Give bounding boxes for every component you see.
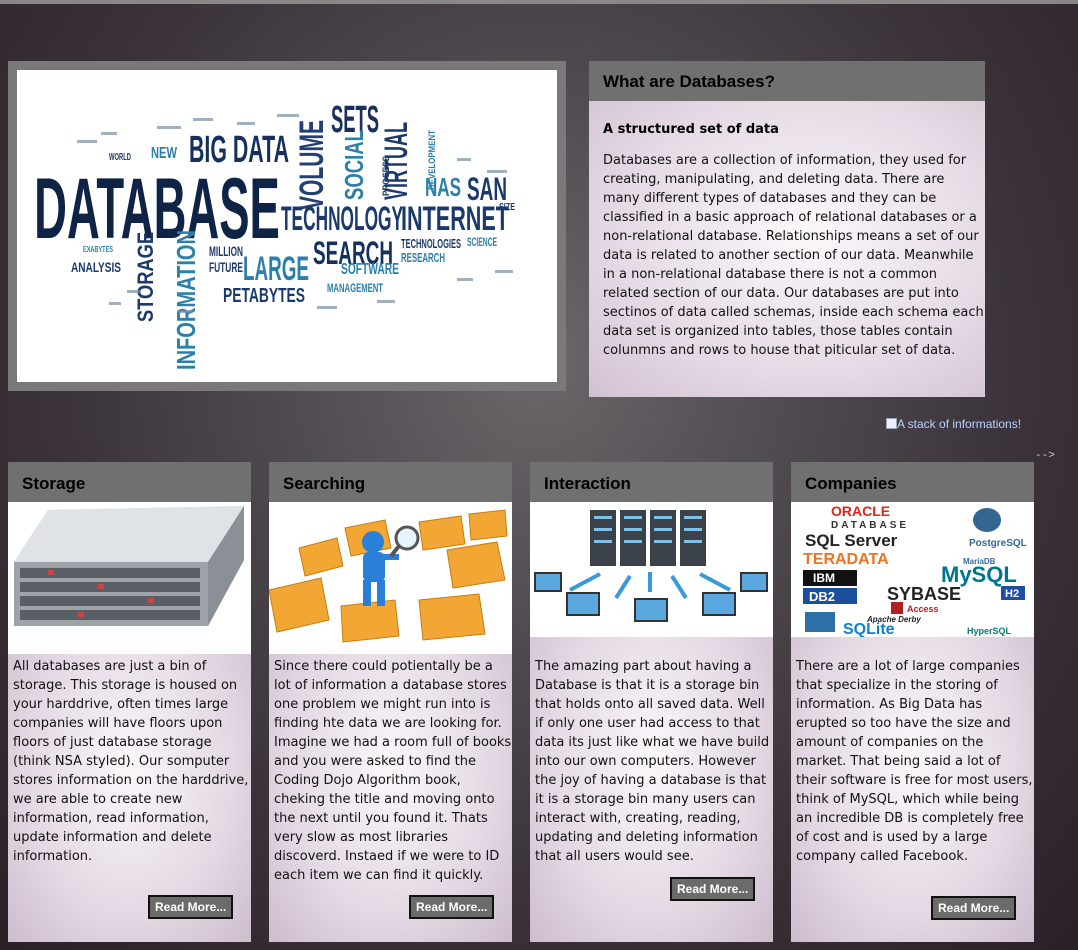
cloud-word: FUTURE [209, 259, 243, 275]
caption-text: A stack of informations! [897, 417, 1022, 431]
logo-text: SQLite [843, 621, 895, 637]
cloud-word: PETABYTES [223, 285, 305, 307]
read-more-button[interactable]: Read More... [931, 896, 1017, 920]
card-title: Storage [8, 462, 251, 502]
what-are-databases-panel: What are Databases? A structured set of … [589, 61, 985, 397]
image-caption-link[interactable]: A stack of informations! [886, 417, 1021, 431]
cloud-word: ANALYSIS [71, 259, 121, 275]
logo-text: PostgreSQL [969, 538, 1027, 549]
read-more-button[interactable]: Read More... [409, 895, 495, 919]
cloud-word: SOFTWARE [341, 261, 399, 278]
cloud-word: SOCIAL [339, 130, 369, 200]
card-text: The amazing part about having a Database… [535, 659, 770, 864]
folder-search-image [269, 502, 512, 654]
cloud-word: PROCESS [381, 156, 391, 196]
card-body: Since there could potientally be a lot o… [269, 654, 512, 942]
card-text: Since there could potientally be a lot o… [274, 659, 512, 883]
card-text: There are a lot of large companies that … [796, 659, 1033, 864]
panel-body: A structured set of data Databases are a… [589, 101, 985, 397]
panel-subtitle: A structured set of data [603, 122, 779, 137]
server-rack-image [8, 502, 251, 654]
card-companies: Companies ORACLE DATABASE SQL Server Pos… [791, 462, 1034, 942]
card-title: Companies [791, 462, 1034, 502]
card-title: Interaction [530, 462, 773, 502]
logo-text: SQL Server [805, 531, 898, 550]
cloud-word: TECHNOLOGIES [401, 236, 461, 251]
cloud-word: NEW [151, 145, 178, 162]
broken-image-icon [886, 418, 897, 429]
card-interaction: Interaction The amazing part about havin… [530, 462, 773, 942]
card-body: All databases are just a bin of storage.… [8, 654, 251, 942]
card-body: The amazing part about having a Database… [530, 637, 773, 942]
logo-text: DATABASE [831, 520, 909, 531]
logo-text: Access [907, 604, 939, 614]
cloud-word: DEVELOPMENT [427, 130, 437, 190]
card-body: There are a lot of large companies that … [791, 637, 1034, 942]
logo-text: H2 [1005, 588, 1019, 600]
cloud-word: MANAGEMENT [327, 281, 383, 295]
cloud-word: TECHNOLOGY [281, 200, 403, 238]
cloud-word: WORLD [109, 152, 131, 163]
panel-text: Databases are a collection of informatio… [603, 153, 984, 358]
cloud-word: STORAGE [133, 232, 158, 322]
hero-image-frame: DATABASE BIG DATA SETS VOLUME SOCIAL VIR… [8, 61, 566, 391]
logo-text: IBM [813, 571, 835, 585]
card-storage: Storage All databases are just a bin of … [8, 462, 251, 942]
read-more-button[interactable]: Read More... [148, 895, 234, 919]
database-word-cloud-image: DATABASE BIG DATA SETS VOLUME SOCIAL VIR… [17, 70, 557, 382]
panel-title: What are Databases? [589, 61, 985, 101]
network-servers-image [530, 502, 773, 637]
cloud-word: VOLUME [293, 120, 331, 210]
read-more-button[interactable]: Read More... [670, 877, 756, 901]
cloud-word: SCIENCE [467, 235, 497, 249]
cloud-word: EXABYTES [83, 245, 113, 254]
logo-text: ORACLE [831, 503, 890, 519]
logo-text: TERADATA [803, 551, 889, 568]
card-title: Searching [269, 462, 512, 502]
card-searching: Searching Since there could potientally … [269, 462, 512, 942]
cloud-word: BIG DATA [189, 129, 289, 171]
cloud-word: LARGE [243, 250, 309, 288]
card-text: All databases are just a bin of storage.… [13, 659, 249, 864]
cloud-word: INFORMATION [171, 230, 201, 370]
cloud-word: MILLION [209, 243, 243, 259]
top-divider [0, 0, 1078, 4]
logo-text: HyperSQL [967, 626, 1012, 636]
cloud-word: RESEARCH [401, 250, 445, 265]
logo-text: SYBASE [887, 584, 961, 604]
stray-comment-text: --> [1035, 450, 1055, 462]
database-vendor-logos-image: ORACLE DATABASE SQL Server PostgreSQL TE… [791, 502, 1034, 637]
logo-text: DB2 [809, 589, 835, 604]
cloud-word: SIZE [499, 202, 515, 213]
